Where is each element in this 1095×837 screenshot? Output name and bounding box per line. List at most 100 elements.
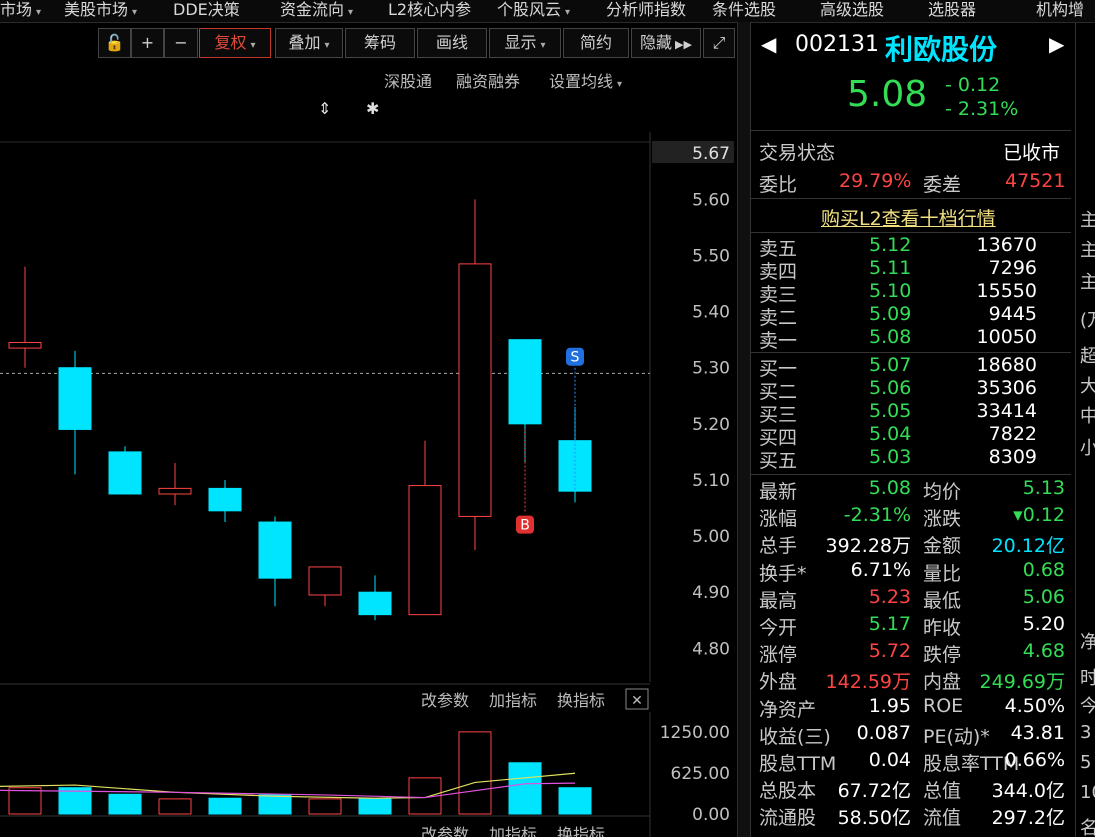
- y-tick-label: 5.10: [692, 471, 730, 491]
- menu-item-6[interactable]: 分析师指数: [606, 0, 686, 22]
- bid-row-volume: 35306: [976, 377, 1037, 399]
- star-icon[interactable]: ✱: [366, 99, 379, 118]
- volume-bar[interactable]: [8, 787, 42, 815]
- set-ma-link[interactable]: 设置均线 ▾: [549, 68, 622, 92]
- volume-bar[interactable]: [258, 794, 292, 815]
- huaxian-label: 画线: [435, 33, 468, 52]
- stat-label: 换手*: [759, 562, 807, 585]
- side-panel-item: 小: [1080, 434, 1095, 460]
- menu-item-5[interactable]: 个股风云 ▾: [497, 0, 570, 22]
- candle-body[interactable]: [258, 521, 292, 579]
- yincang-button[interactable]: 隐藏 ▶▶: [631, 28, 701, 58]
- candle-body[interactable]: [308, 566, 342, 596]
- ask-row-volume: 10050: [976, 326, 1037, 348]
- volume-bar[interactable]: [158, 798, 192, 815]
- shenguton-link[interactable]: 深股通: [384, 68, 432, 92]
- volume-bar[interactable]: [358, 798, 392, 815]
- add-indicator-button-2[interactable]: 加指标: [489, 825, 537, 837]
- fullscreen-button[interactable]: ⤢: [703, 28, 735, 58]
- y-tick-label: 5.40: [692, 303, 730, 323]
- jianyue-button[interactable]: 简约: [563, 28, 629, 58]
- menu-item-2[interactable]: DDE决策: [173, 0, 240, 22]
- xianshi-dropdown[interactable]: 显示 ▾: [489, 28, 561, 58]
- bid-row-price[interactable]: 5.07: [869, 354, 911, 376]
- zoom-in-button[interactable]: +: [131, 28, 164, 58]
- menu-item-1[interactable]: 美股市场 ▾: [64, 0, 137, 22]
- zoom-out-button[interactable]: −: [164, 28, 198, 58]
- switch-indicator-button[interactable]: 换指标: [557, 691, 605, 710]
- fullscreen-icon: ⤢: [712, 33, 726, 52]
- menu-item-label: L2核心内参: [388, 0, 472, 19]
- divider: [751, 232, 1071, 233]
- menu-item-label: 条件选股: [712, 0, 777, 19]
- weibi-value: 29.79%: [839, 170, 912, 192]
- candle-body[interactable]: [58, 367, 92, 430]
- stat-value: 344.0亿: [991, 780, 1065, 803]
- stat-value: 43.81: [1010, 721, 1065, 744]
- ask-row-volume: 7296: [988, 257, 1037, 279]
- candle-body[interactable]: [408, 485, 442, 616]
- volume-bar[interactable]: [108, 793, 142, 815]
- stat-label: 外盘: [759, 671, 798, 694]
- stat-value: 6.71%: [850, 558, 911, 581]
- side-panel-item: 5: [1080, 752, 1092, 773]
- xianshi-label: 显示: [504, 33, 537, 52]
- bid-row-volume: 7822: [988, 423, 1037, 445]
- add-indicator-button[interactable]: 加指标: [489, 691, 537, 710]
- menu-item-9[interactable]: 选股器: [928, 0, 976, 22]
- candle-body[interactable]: [358, 591, 392, 616]
- stat-value: 5.06: [1022, 585, 1065, 608]
- candle-body[interactable]: [108, 451, 142, 495]
- bid-row-price[interactable]: 5.03: [869, 446, 911, 468]
- menu-item-8[interactable]: 高级选股: [820, 0, 884, 22]
- diejia-label: 叠加: [288, 33, 321, 52]
- stat-label: 金额: [923, 535, 962, 558]
- stat-label: 涨幅: [759, 508, 798, 531]
- volume-bar[interactable]: [458, 731, 492, 815]
- ask-row-price[interactable]: 5.09: [869, 303, 911, 325]
- menu-item-0[interactable]: 市场 ▾: [0, 0, 41, 22]
- kline-chart[interactable]: 5.60 5.50 5.40 5.30 5.20 5.10 5.00 4.90 4.80 5.67…: [0, 92, 745, 837]
- ask-row-price[interactable]: 5.11: [869, 257, 911, 279]
- fuquan-dropdown[interactable]: 复权 ▾: [199, 28, 271, 58]
- price-change-pct: - 2.31%: [945, 98, 1019, 120]
- menu-item-7[interactable]: 条件选股: [712, 0, 776, 22]
- buy-l2-link[interactable]: 购买L2查看十档行情: [821, 204, 996, 231]
- nav-next-icon[interactable]: ▶: [1049, 32, 1064, 56]
- candle-body[interactable]: [158, 487, 192, 495]
- switch-indicator-button-2[interactable]: 换指标: [557, 825, 605, 837]
- ask-row-volume: 9445: [988, 303, 1037, 325]
- ask-row-price[interactable]: 5.08: [869, 326, 911, 348]
- change-params-button-2[interactable]: 改参数: [421, 825, 469, 837]
- candle-body[interactable]: [8, 341, 42, 349]
- huaxian-button[interactable]: 画线: [417, 28, 487, 58]
- bid-row-price[interactable]: 5.06: [869, 377, 911, 399]
- divider: [751, 352, 1071, 353]
- lock-button[interactable]: 🔓: [98, 28, 131, 58]
- panel-splitter[interactable]: [737, 22, 750, 837]
- menu-item-4[interactable]: L2核心内参: [388, 0, 471, 22]
- menu-item-10[interactable]: 机构增: [1036, 0, 1084, 22]
- volume-bar[interactable]: [558, 787, 592, 815]
- menu-item-3[interactable]: 资金流向 ▾: [280, 0, 353, 22]
- change-params-button[interactable]: 改参数: [421, 691, 469, 710]
- candle-body[interactable]: [508, 339, 542, 425]
- rzrq-link[interactable]: 融资融券: [456, 68, 520, 92]
- bid-row-price[interactable]: 5.05: [869, 400, 911, 422]
- nav-prev-icon[interactable]: ◀: [761, 32, 776, 56]
- sort-icon[interactable]: ⇕: [318, 99, 331, 118]
- menu-item-label: 资金流向: [280, 0, 345, 19]
- volume-bar[interactable]: [308, 798, 342, 815]
- ask-row-price[interactable]: 5.12: [869, 234, 911, 256]
- bid-row-price[interactable]: 5.04: [869, 423, 911, 445]
- candle-body[interactable]: [208, 487, 242, 512]
- volume-bar[interactable]: [508, 762, 542, 815]
- candle-body[interactable]: [458, 263, 492, 517]
- volume-bar[interactable]: [208, 797, 242, 815]
- diejia-dropdown[interactable]: 叠加 ▾: [275, 28, 343, 58]
- side-panel-clip: 主主主(万超大中小净时今3510名: [1075, 22, 1095, 837]
- ask-row-price[interactable]: 5.10: [869, 280, 911, 302]
- chouma-button[interactable]: 筹码: [345, 28, 415, 58]
- stat-label: 最高: [759, 589, 798, 612]
- stat-value: 0.087: [856, 721, 911, 744]
